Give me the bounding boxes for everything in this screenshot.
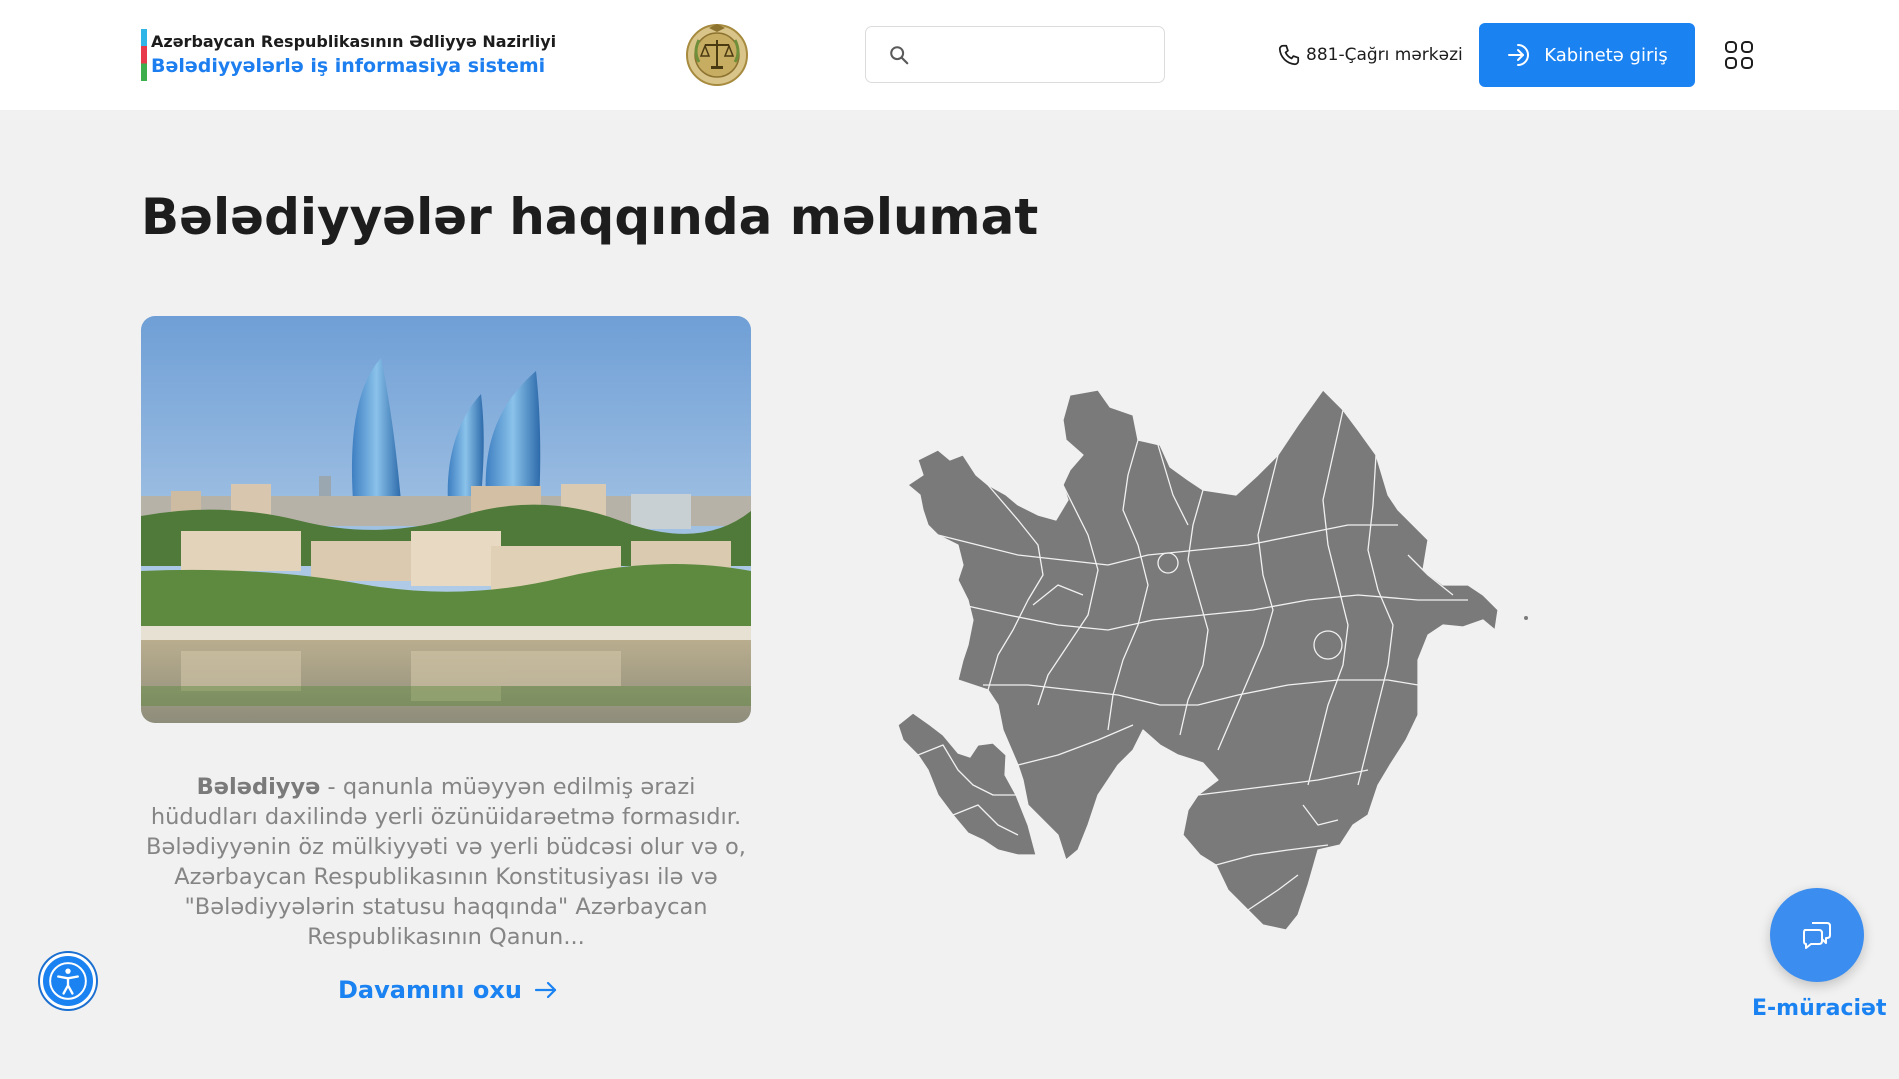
call-center-link[interactable]: 881-Çağrı mərkəzi <box>1276 40 1463 70</box>
e-appeal-label[interactable]: E-müraciət <box>1752 996 1886 1021</box>
description-text: - qanunla müəyyən edilmiş ərazi hüdudlar… <box>146 774 746 950</box>
flag-stripe <box>141 29 147 81</box>
login-button[interactable]: Kabinetə giriş <box>1479 23 1695 87</box>
accessibility-button[interactable] <box>40 953 96 1009</box>
login-label: Kabinetə giriş <box>1544 44 1668 66</box>
page-title: Bələdiyyələr haqqında məlumat <box>141 188 1039 246</box>
accessibility-icon <box>65 968 71 974</box>
ministry-name: Azərbaycan Respublikasının Ədliyyə Nazir… <box>151 32 557 51</box>
apps-grid-icon[interactable] <box>1724 40 1754 70</box>
read-more-label: Davamını oxu <box>338 976 522 1004</box>
search-box[interactable] <box>865 26 1165 83</box>
search-input[interactable] <box>922 35 1152 75</box>
ministry-emblem <box>686 24 748 86</box>
phone-icon <box>1278 44 1300 66</box>
municipality-description: Bələdiyyə - qanunla müəyyən edilmiş əraz… <box>141 772 751 952</box>
site-header: Azərbaycan Respublikasının Ədliyyə Nazir… <box>0 0 1899 110</box>
e-appeal-chat-button[interactable] <box>1770 888 1864 982</box>
login-icon <box>1508 44 1530 66</box>
arrow-right-icon <box>534 981 557 999</box>
baku-city-photo <box>141 316 751 723</box>
brand-logo-link[interactable]: Azərbaycan Respublikasının Ədliyyə Nazir… <box>141 29 556 81</box>
azerbaijan-municipalities-map[interactable] <box>898 385 1608 935</box>
description-term: Bələdiyyə <box>196 774 321 800</box>
system-name: Bələdiyyələrlə iş informasiya sistemi <box>151 55 546 77</box>
call-center-label: 881-Çağrı mərkəzi <box>1306 45 1463 65</box>
read-more-link[interactable]: Davamını oxu <box>338 973 558 1007</box>
chat-bubbles-icon <box>1803 922 1831 949</box>
search-icon <box>890 46 909 65</box>
